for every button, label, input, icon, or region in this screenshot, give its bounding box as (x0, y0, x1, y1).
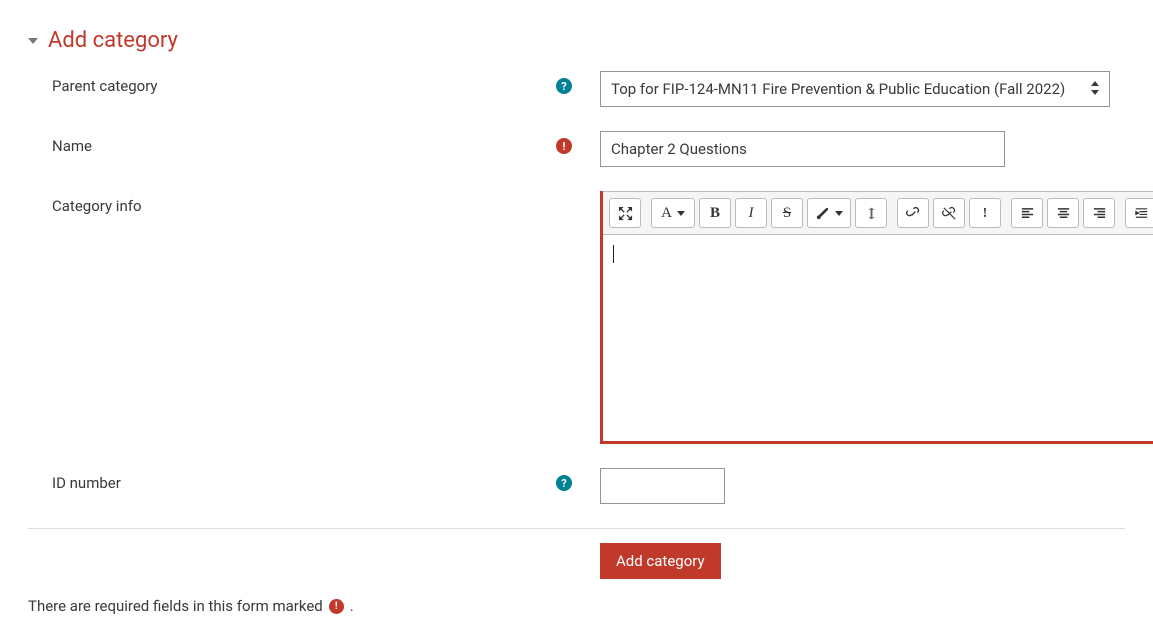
label-id-number: ID number (52, 474, 556, 492)
paragraph-style-button[interactable]: A (651, 198, 695, 228)
caret-down-icon (28, 38, 38, 44)
required-footnote: There are required fields in this form m… (28, 597, 1125, 615)
parent-category-select[interactable]: Top for FIP-124-MN11 Fire Prevention & P… (600, 71, 1110, 107)
id-number-input[interactable] (600, 468, 725, 504)
link-icon (906, 206, 921, 221)
row-category-info: Category info A B I (28, 191, 1125, 444)
align-right-icon (1092, 206, 1107, 221)
footnote-text-before: There are required fields in this form m… (28, 597, 323, 615)
editor-content-area[interactable] (603, 234, 1153, 444)
row-parent-category: Parent category ? Top for FIP-124-MN11 F… (28, 71, 1125, 107)
add-category-button[interactable]: Add category (600, 543, 721, 579)
text-cursor-icon (864, 206, 879, 221)
rich-text-editor: A B I S (600, 191, 1153, 444)
chevron-down-icon (835, 211, 843, 216)
label-category-info: Category info (52, 197, 572, 215)
footnote-text-after: . (350, 597, 354, 615)
paragraph-label: A (661, 205, 672, 222)
indent-icon (1134, 206, 1149, 221)
unlink-button[interactable] (933, 198, 965, 228)
row-name: Name ! (28, 131, 1125, 167)
align-left-icon (1020, 206, 1035, 221)
strike-button[interactable]: S (771, 198, 803, 228)
brush-icon (815, 206, 830, 221)
row-id-number: ID number ? (28, 468, 1125, 504)
align-center-icon (1056, 206, 1071, 221)
clear-format-button[interactable] (855, 198, 887, 228)
text-cursor (613, 245, 614, 263)
align-left-button[interactable] (1011, 198, 1043, 228)
required-icon: ! (329, 599, 344, 614)
divider (28, 528, 1125, 529)
section-toggle[interactable]: Add category (28, 28, 1125, 53)
text-color-button[interactable] (807, 198, 851, 228)
link-button[interactable] (897, 198, 929, 228)
italic-button[interactable]: I (735, 198, 767, 228)
emoji-button[interactable]: ! (969, 198, 1001, 228)
chevron-down-icon (677, 211, 685, 216)
label-parent-category: Parent category (52, 77, 556, 95)
fullscreen-button[interactable] (609, 198, 641, 228)
section-title: Add category (48, 28, 178, 53)
help-icon[interactable]: ? (556, 78, 572, 94)
name-input[interactable] (600, 131, 1005, 167)
editor-toolbar: A B I S (603, 191, 1153, 234)
help-icon[interactable]: ? (556, 475, 572, 491)
indent-button[interactable] (1125, 198, 1153, 228)
bold-button[interactable]: B (699, 198, 731, 228)
align-right-button[interactable] (1083, 198, 1115, 228)
align-center-button[interactable] (1047, 198, 1079, 228)
label-name: Name (52, 137, 556, 155)
unlink-icon (942, 206, 957, 221)
required-icon: ! (556, 138, 572, 154)
